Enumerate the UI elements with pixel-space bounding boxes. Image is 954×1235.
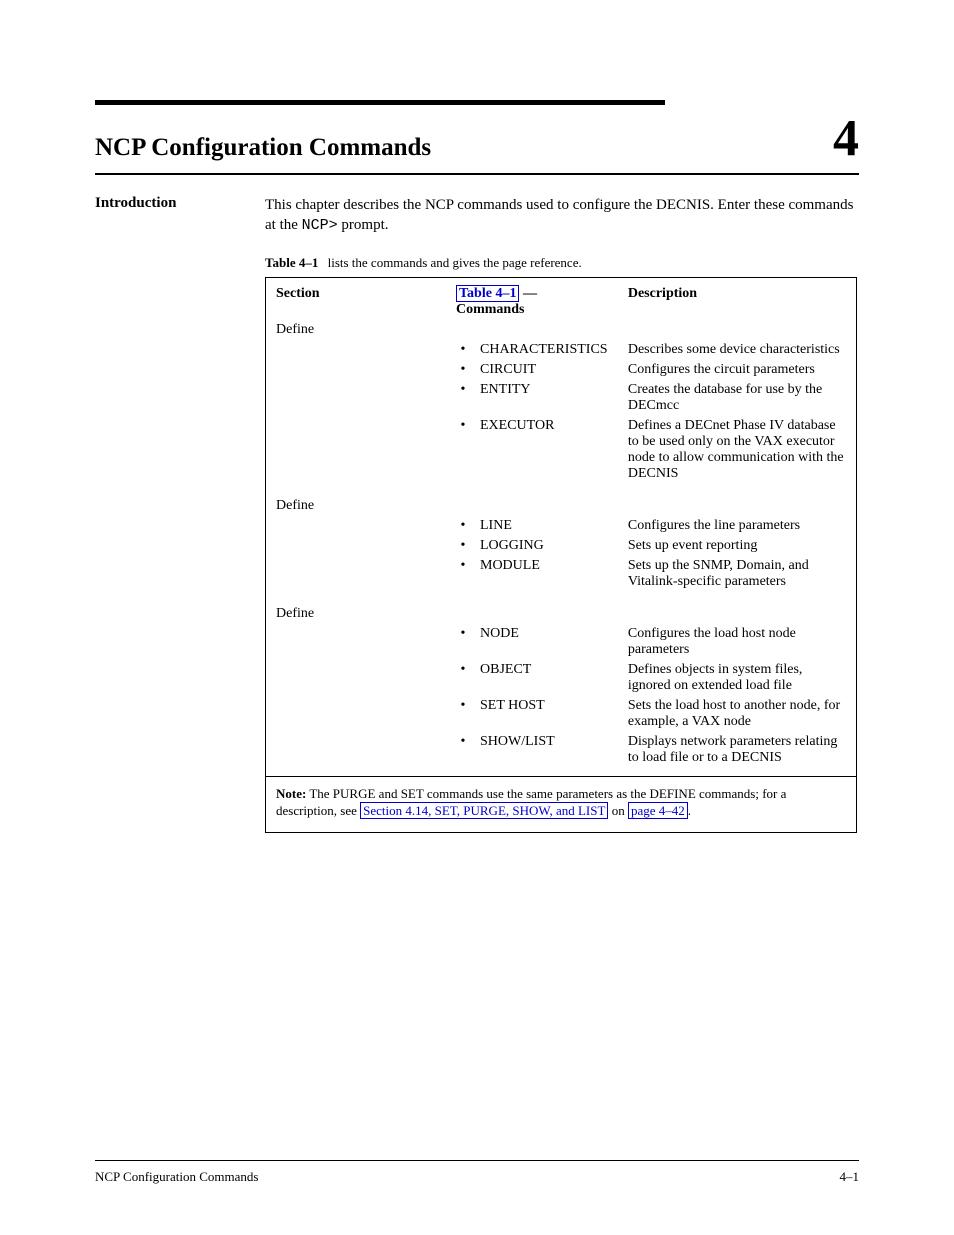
table-header-section: Section bbox=[266, 278, 446, 318]
section-label: Define bbox=[266, 484, 446, 516]
intro-paragraph: This chapter describes the NCP commands … bbox=[265, 195, 859, 237]
title-top-rule bbox=[95, 100, 665, 105]
page: NCP Configuration Commands 4 Introductio… bbox=[0, 0, 954, 1235]
cmd-name: MODULE bbox=[480, 556, 618, 592]
cmd-desc: Defines a DECnet Phase IV database to be… bbox=[618, 416, 856, 484]
cmd-desc: Defines objects in system files, ignored… bbox=[618, 660, 856, 696]
page-footer: NCP Configuration Commands 4–1 bbox=[95, 1169, 859, 1185]
bullet-icon: • bbox=[446, 380, 480, 416]
bullet-icon: • bbox=[446, 624, 480, 660]
table-row: • MODULE Sets up the SNMP, Domain, and V… bbox=[266, 556, 856, 592]
cmd-name: NODE bbox=[480, 624, 618, 660]
cmd-desc: Displays network parameters relating to … bbox=[618, 732, 856, 768]
bullet-icon: • bbox=[446, 660, 480, 696]
cmd-name: CIRCUIT bbox=[480, 360, 618, 380]
chapter-number: 4 bbox=[833, 113, 859, 165]
table-header-commands: Commands bbox=[456, 302, 524, 317]
cmd-desc: Sets the load host to another node, for … bbox=[618, 696, 856, 732]
section-label: Define bbox=[266, 592, 446, 624]
cmd-desc: Configures the circuit parameters bbox=[618, 360, 856, 380]
intro-text-suffix: prompt. bbox=[341, 217, 388, 233]
table-note-row: Note: The PURGE and SET commands use the… bbox=[266, 777, 856, 832]
cmd-name: EXECUTOR bbox=[480, 416, 618, 484]
table-row: • SET HOST Sets the load host to another… bbox=[266, 696, 856, 732]
cmd-desc: Describes some device characteristics bbox=[618, 340, 856, 360]
bullet-icon: • bbox=[446, 556, 480, 592]
table-caption-text: lists the commands and gives the page re… bbox=[328, 255, 582, 270]
section-label: Define bbox=[266, 318, 446, 340]
bullet-icon: • bbox=[446, 696, 480, 732]
table-caption: Table 4–1 lists the commands and gives t… bbox=[265, 255, 859, 271]
table-row: • ENTITY Creates the database for use by… bbox=[266, 380, 856, 416]
note-section-link[interactable]: Section 4.14, SET, PURGE, SHOW, and LIST bbox=[360, 802, 608, 819]
cmd-name: ENTITY bbox=[480, 380, 618, 416]
table-header-description: Description bbox=[618, 278, 856, 318]
commands-index-table: Section Table 4–1 — Commands Description… bbox=[265, 277, 857, 833]
cmd-name: SHOW/LIST bbox=[480, 732, 618, 768]
cmd-name: CHARACTERISTICS bbox=[480, 340, 618, 360]
table-header-link[interactable]: Table 4–1 bbox=[456, 285, 519, 302]
footer-rule bbox=[95, 1160, 859, 1161]
cmd-name: SET HOST bbox=[480, 696, 618, 732]
note-page-link[interactable]: page 4–42 bbox=[628, 802, 688, 819]
note-text-middle: on bbox=[612, 803, 628, 818]
cmd-desc: Sets up the SNMP, Domain, and Vitalink-s… bbox=[618, 556, 856, 592]
bullet-icon: • bbox=[446, 732, 480, 768]
footer-left: NCP Configuration Commands bbox=[95, 1169, 258, 1185]
cmd-name: LOGGING bbox=[480, 536, 618, 556]
table-row: • CIRCUIT Configures the circuit paramet… bbox=[266, 360, 856, 380]
table-row: • LINE Configures the line parameters bbox=[266, 516, 856, 536]
bullet-icon: • bbox=[446, 340, 480, 360]
footer-right: 4–1 bbox=[840, 1169, 860, 1185]
table-caption-label: Table 4–1 bbox=[265, 255, 318, 270]
cmd-name: LINE bbox=[480, 516, 618, 536]
cmd-desc: Creates the database for use by the DECm… bbox=[618, 380, 856, 416]
table-row: • SHOW/LIST Displays network parameters … bbox=[266, 732, 856, 768]
cmd-name: OBJECT bbox=[480, 660, 618, 696]
cmd-desc: Configures the load host node parameters bbox=[618, 624, 856, 660]
bullet-icon: • bbox=[446, 360, 480, 380]
intro-prompt: NCP> bbox=[302, 217, 338, 234]
table-row: • OBJECT Defines objects in system files… bbox=[266, 660, 856, 696]
cmd-desc: Sets up event reporting bbox=[618, 536, 856, 556]
table-row: • NODE Configures the load host node par… bbox=[266, 624, 856, 660]
table-row: • LOGGING Sets up event reporting bbox=[266, 536, 856, 556]
table-row: • EXECUTOR Defines a DECnet Phase IV dat… bbox=[266, 416, 856, 484]
chapter-header: NCP Configuration Commands 4 bbox=[95, 113, 859, 175]
bullet-icon: • bbox=[446, 536, 480, 556]
chapter-title: NCP Configuration Commands bbox=[95, 134, 431, 162]
bullet-icon: • bbox=[446, 416, 480, 484]
note-label: Note: bbox=[276, 786, 306, 801]
table-row: • CHARACTERISTICS Describes some device … bbox=[266, 340, 856, 360]
section-side-label: Introduction bbox=[95, 195, 265, 212]
bullet-icon: • bbox=[446, 516, 480, 536]
note-text-after: . bbox=[688, 803, 691, 818]
cmd-desc: Configures the line parameters bbox=[618, 516, 856, 536]
